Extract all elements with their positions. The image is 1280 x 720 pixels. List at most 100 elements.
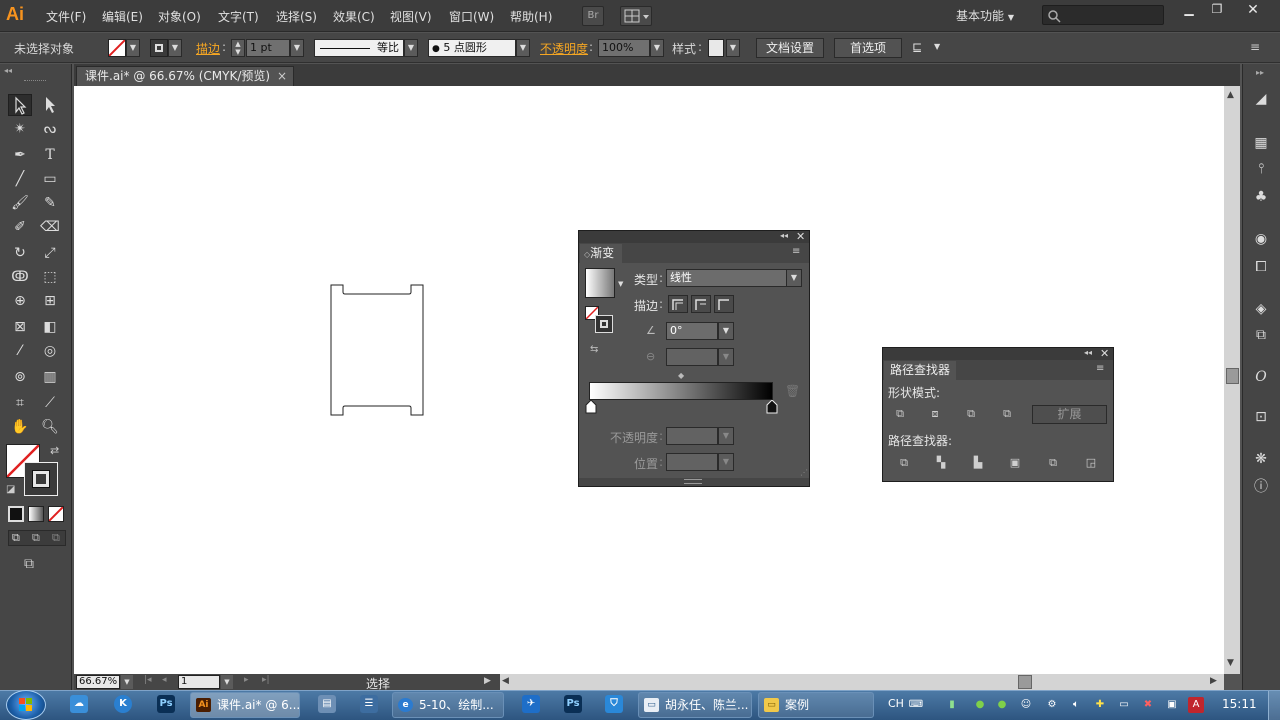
scale-tool-icon[interactable]: ⤢ [38,242,62,264]
stroke-within-button[interactable] [668,295,688,313]
menu-view[interactable]: 视图(V) [390,8,432,25]
film-frame-shape[interactable] [326,282,430,420]
show-desktop-button[interactable] [1268,691,1280,720]
stroke-swatch[interactable] [150,39,168,57]
artboard-dropdown[interactable]: ▼ [221,675,233,689]
gradient-angle-dropdown[interactable]: ▼ [718,322,734,340]
quicklaunch-bird-icon[interactable]: ✈ [522,695,540,713]
toolbar-grip[interactable] [24,80,46,82]
scroll-left-icon[interactable]: ◀ [502,676,509,686]
menu-select[interactable]: 选择(S) [276,8,317,25]
start-button[interactable] [6,690,46,720]
line-tool-icon[interactable]: ╱ [8,168,32,190]
expand-button[interactable]: 扩展 [1032,405,1107,424]
draw-normal-icon[interactable]: ⧉ [12,531,20,545]
quicklaunch-photoshop-icon[interactable]: Ps [157,695,175,713]
menu-file[interactable]: 文件(F) [46,8,86,25]
symbol-sprayer-tool-icon[interactable]: ⊚ [8,366,32,388]
paintbrush-tool-icon[interactable]: 🖌 [8,192,32,214]
collapse-pathfinder-icon[interactable]: ◂◂ [1084,348,1092,357]
gradient-slider[interactable] [589,382,773,400]
opacity-field[interactable]: 100% [598,39,650,57]
opacity-label[interactable]: 不透明度 [540,40,588,57]
opacity-dropdown[interactable]: ▼ [650,39,664,57]
transform-icon[interactable]: ⊡ [1250,406,1272,428]
zoom-tool-icon[interactable]: 🔍︎ [38,416,62,438]
menu-effect[interactable]: 效果(C) [333,8,375,25]
slice-tool-icon[interactable]: ⟋ [38,392,62,414]
default-colors-icon[interactable]: ◪ [6,484,15,495]
artboards-icon[interactable]: ⧉ [1250,324,1272,346]
volume-icon[interactable]: 🔈︎ [1068,697,1084,713]
scroll-up-icon[interactable]: ▲ [1227,90,1234,100]
stroke-across-button[interactable] [714,295,734,313]
next-artboard-icon[interactable]: ▸ [244,675,249,685]
tray-window-icon[interactable]: ▭ [1116,697,1132,713]
color-guide-icon[interactable]: ◢ [1250,88,1272,110]
brushes-icon[interactable]: ⫯ [1250,158,1272,180]
vertical-scroll-thumb[interactable] [1226,368,1239,384]
ime-indicator[interactable]: CH [888,697,904,710]
hand-tool-icon[interactable]: ✋ [8,416,32,438]
gradient-panel-titlebar[interactable] [579,231,809,243]
quicklaunch-cloud-icon[interactable]: ☁ [70,695,88,713]
symbols-icon[interactable]: ♣ [1250,186,1272,208]
opentype-icon[interactable]: O [1250,366,1272,388]
minimize-button[interactable]: ▁ [1176,2,1202,20]
gradient-preview-swatch[interactable] [585,268,615,298]
tray-alert-icon[interactable]: ✖ [1140,697,1156,713]
taskbar-item-chat[interactable]: ▭ 胡永任、陈兰... [638,692,752,718]
keyboard-icon[interactable]: ⌨ [908,697,924,713]
battery-icon[interactable]: ▮ [944,697,960,713]
draw-behind-icon[interactable]: ⧉ [32,531,40,545]
outline-icon[interactable]: ⧉ [1045,456,1061,470]
document-tab[interactable]: 课件.ai* @ 66.67% (CMYK/预览) × [76,66,294,86]
free-transform-tool-icon[interactable]: ⬚ [38,266,62,288]
blob-brush-tool-icon[interactable]: ✐ [8,216,32,238]
quicklaunch-doc-icon[interactable]: ▤ [318,695,336,713]
close-button[interactable]: ✕ [1240,2,1266,20]
gradient-mode-icon[interactable] [28,506,44,522]
gradient-preset-dropdown[interactable]: ▼ [618,280,623,288]
zoom-dropdown[interactable]: ▼ [121,675,133,689]
color-mode-icon[interactable] [8,506,24,522]
brush-definition-field[interactable]: ● 5 点圆形 [428,39,516,57]
selection-tool-icon[interactable] [8,94,32,116]
panel-resize-grip[interactable] [684,479,702,484]
rectangle-tool-icon[interactable]: ▭ [38,168,62,190]
quicklaunch-k-icon[interactable]: K [114,695,132,713]
stroke-profile-dropdown[interactable]: ▼ [404,39,418,57]
horizontal-scrollbar[interactable] [500,674,1224,690]
stroke-color-box[interactable] [24,462,58,496]
stroke-weight-field[interactable]: 1 pt [246,39,290,57]
brush-dropdown[interactable]: ▼ [516,39,530,57]
shape-builder-tool-icon[interactable]: ⊕ [8,290,32,312]
bridge-button[interactable]: Br [582,6,604,26]
gradient-tool-icon[interactable]: ◧ [38,316,62,338]
perspective-grid-tool-icon[interactable]: ⊞ [38,290,62,312]
zoom-field[interactable]: 66.67% [76,675,120,689]
previous-artboard-icon[interactable]: ◂ [162,675,167,685]
merge-icon[interactable]: ▙ [970,456,986,470]
gradient-type-dropdown[interactable]: ▼ [786,269,802,287]
arrange-documents-button[interactable] [620,6,652,26]
navigator-icon[interactable]: ❋ [1250,448,1272,470]
qq-icon[interactable]: ☺ [1018,697,1034,713]
stroke-weight-dropdown[interactable]: ▼ [290,39,304,57]
stroke-weight-stepper[interactable]: ▲ ▼ [231,39,245,57]
gradient-stop-black[interactable] [766,400,778,414]
crop-icon[interactable]: ▣ [1007,456,1023,470]
reverse-gradient-icon[interactable]: ⇆ [590,344,598,355]
appearance-icon[interactable]: ◉ [1250,228,1272,250]
fill-dropdown[interactable]: ▼ [126,39,140,57]
pencil-tool-icon[interactable]: ✎ [38,192,62,214]
quicklaunch-photoshop2-icon[interactable]: Ps [564,695,582,713]
pathfinder-panel-titlebar[interactable] [883,348,1113,360]
close-document-icon[interactable]: × [277,67,287,85]
last-artboard-icon[interactable]: ▸| [262,675,270,685]
first-artboard-icon[interactable]: |◂ [144,675,152,685]
status-menu-icon[interactable]: ▶ [484,676,491,686]
gradient-stroke-icon[interactable] [595,315,613,333]
screen-mode-icon[interactable]: ⧉ [24,556,34,572]
arrange-icon[interactable]: ⊑ [912,40,930,56]
